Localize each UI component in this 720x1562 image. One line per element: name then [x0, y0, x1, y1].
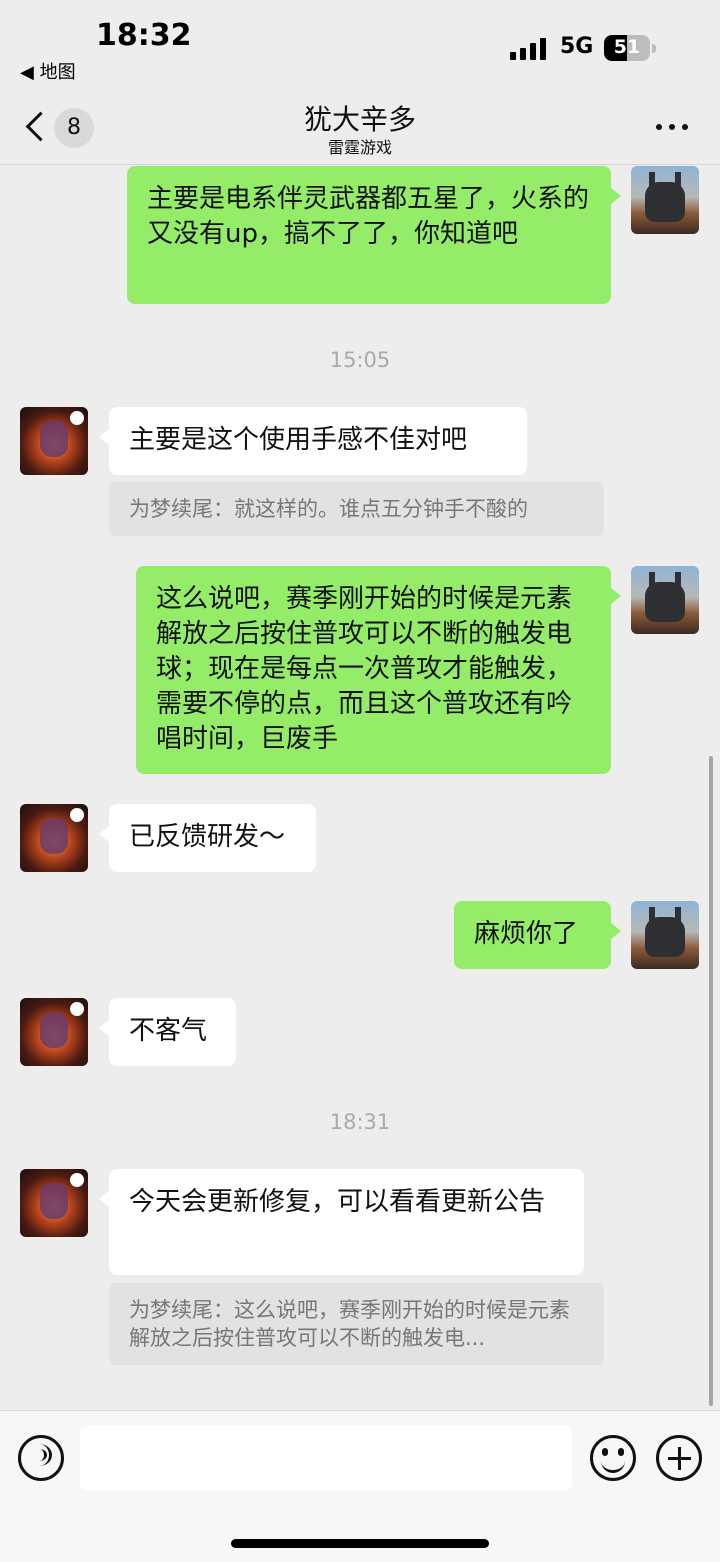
back-to-app-link[interactable]: ◀ 地图 [20, 58, 76, 84]
message-bubble-received[interactable]: 已反馈研发～ [99, 804, 316, 872]
my-avatar[interactable] [631, 901, 699, 969]
chat-header: 8 犹大辛多 雷霆游戏 [0, 90, 720, 165]
timestamp: 15:05 [329, 348, 391, 372]
message-bubble-sent[interactable]: 主要是电系伴灵武器都五星了，火系的又没有up，搞不了了，你知道吧 [127, 166, 621, 304]
contact-avatar[interactable] [20, 1169, 88, 1237]
message-bubble-received[interactable]: 今天会更新修复，可以看看更新公告 [99, 1169, 584, 1275]
input-bar [0, 1410, 720, 1562]
battery-level: 51 [613, 36, 641, 58]
home-indicator [231, 1539, 489, 1548]
emoji-icon[interactable] [590, 1435, 636, 1481]
network-type: 5G [560, 34, 594, 59]
scrollbar[interactable] [709, 756, 713, 1406]
voice-input-icon[interactable] [18, 1435, 64, 1481]
my-avatar[interactable] [631, 566, 699, 634]
contact-avatar[interactable] [20, 407, 88, 475]
message-bubble-received[interactable]: 主要是这个使用手感不佳对吧 [99, 407, 527, 475]
message-input[interactable] [80, 1425, 572, 1491]
contact-avatar[interactable] [20, 998, 88, 1066]
quoted-message[interactable]: 为梦续尾：就这样的。谁点五分钟手不酸的 [109, 482, 604, 536]
battery-icon: 51 [604, 35, 650, 61]
plus-icon[interactable] [656, 1435, 702, 1481]
message-bubble-sent[interactable]: 麻烦你了 [454, 901, 621, 969]
chat-subtitle: 雷霆游戏 [327, 138, 392, 157]
signal-icon [510, 36, 546, 60]
battery-tip [652, 44, 656, 53]
status-bar: 18:32 ◀ 地图 5G 51 [0, 0, 720, 90]
clock: 18:32 [96, 18, 192, 53]
quoted-message[interactable]: 为梦续尾：这么说吧，赛季刚开始的时候是元素解放之后按住普攻可以不断的触发电... [109, 1283, 604, 1365]
message-bubble-sent[interactable]: 这么说吧，赛季刚开始的时候是元素解放之后按住普攻可以不断的触发电球；现在是每点一… [136, 566, 621, 774]
more-options-icon[interactable] [656, 124, 688, 130]
chat-title: 犹大辛多 [303, 103, 416, 136]
my-avatar[interactable] [631, 166, 699, 234]
contact-avatar[interactable] [20, 804, 88, 872]
timestamp: 18:31 [329, 1110, 391, 1134]
message-bubble-received[interactable]: 不客气 [99, 998, 236, 1066]
